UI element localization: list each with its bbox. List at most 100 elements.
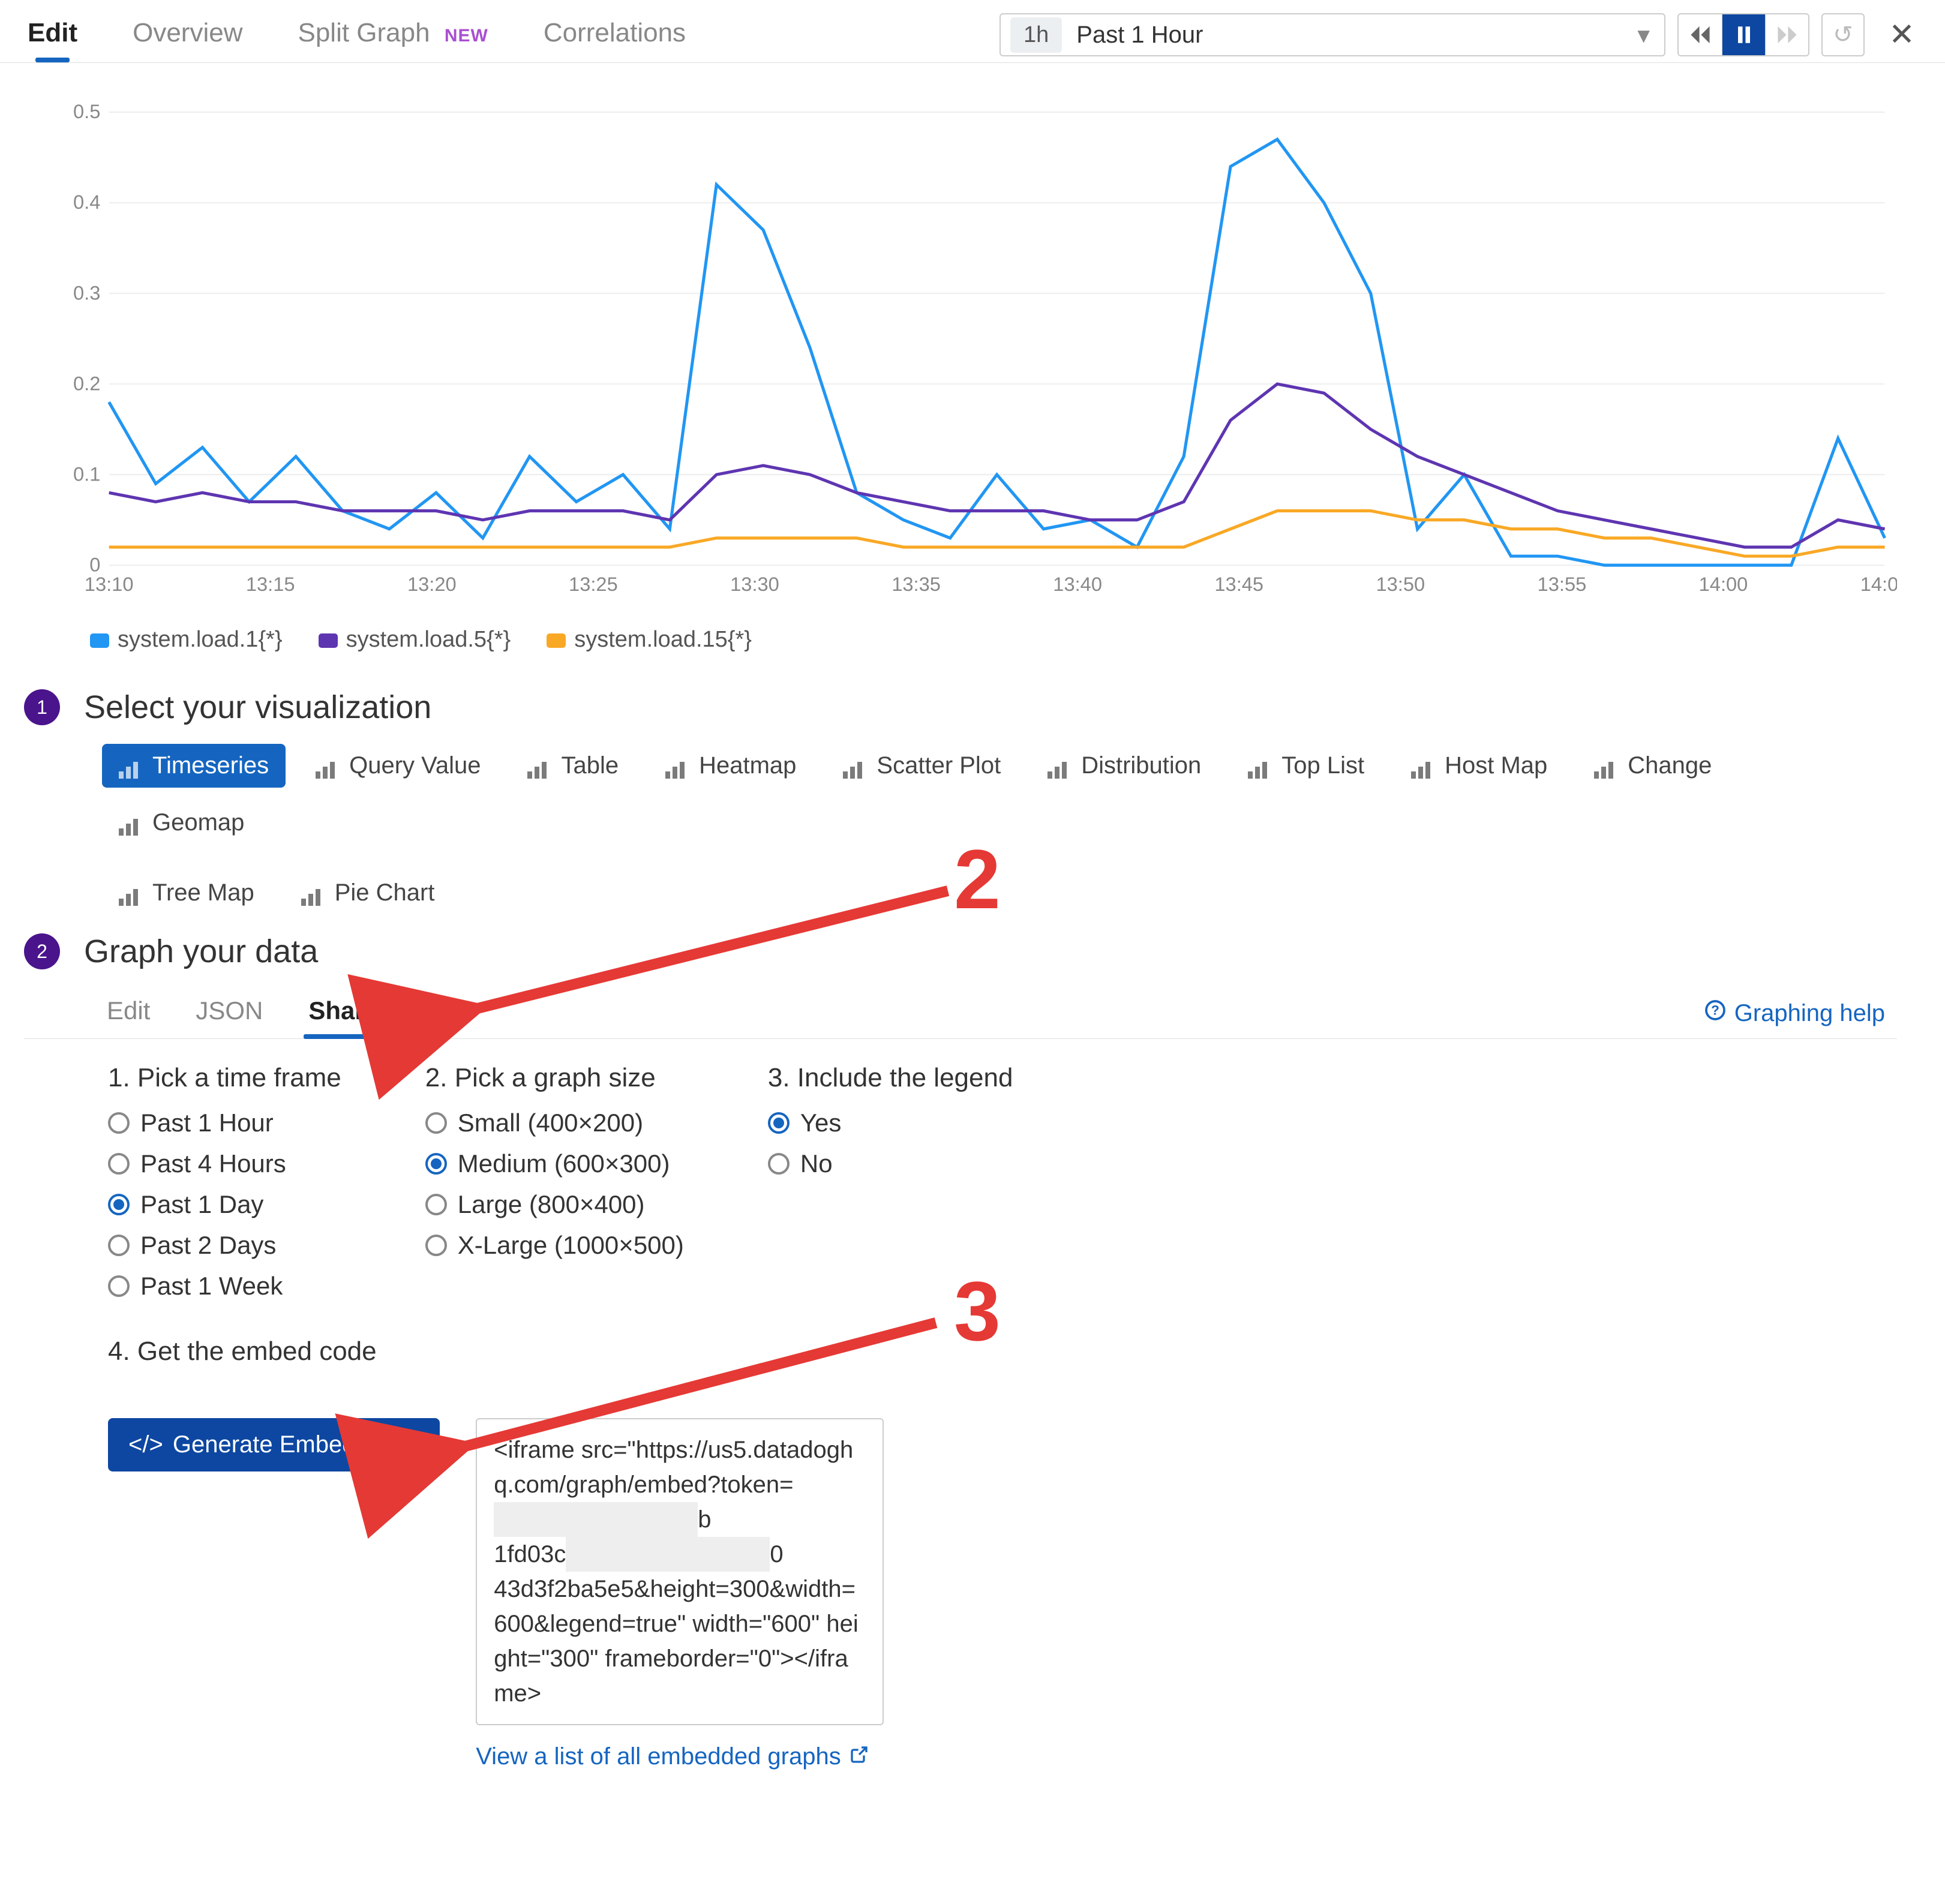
size-option-large-800-400-[interactable]: Large (800×400) <box>425 1184 684 1225</box>
subtab-json[interactable]: JSON <box>191 988 268 1038</box>
radio-label: Past 1 Day <box>140 1190 263 1219</box>
viz-chip-geomap[interactable]: Geomap <box>102 801 261 845</box>
radio-label: Small (400×200) <box>458 1109 643 1137</box>
external-link-icon <box>850 1743 869 1770</box>
radio-icon <box>425 1194 447 1215</box>
top-tabs: Edit Overview Split Graph NEW Correlatio… <box>24 7 689 62</box>
generate-embed-button[interactable]: </> Generate Embed Code <box>108 1418 440 1471</box>
annotation-arrow-3 <box>432 1311 960 1479</box>
viz-chip-label: Query Value <box>349 752 481 779</box>
embed-section: 4. Get the embed code </> Generate Embed… <box>24 1307 1897 1818</box>
legend-item-1[interactable]: system.load.1{*} <box>90 627 283 653</box>
tab-split-graph-label: Split Graph <box>298 18 430 47</box>
svg-text:?: ? <box>1711 1003 1719 1018</box>
subtab-edit[interactable]: Edit <box>102 988 155 1038</box>
viz-chip-label: Heatmap <box>699 752 796 779</box>
legend-item-2[interactable]: system.load.5{*} <box>319 627 511 653</box>
share-panel: 1. Pick a time frame Past 1 Hour Past 4 H… <box>24 1039 1897 1307</box>
svg-text:13:45: 13:45 <box>1214 573 1263 595</box>
size-option-small-400-200-[interactable]: Small (400×200) <box>425 1103 684 1143</box>
svg-text:13:50: 13:50 <box>1376 573 1425 595</box>
new-badge: NEW <box>445 26 488 46</box>
svg-text:13:10: 13:10 <box>85 573 134 595</box>
viz-chip-top-list[interactable]: Top List <box>1231 744 1381 788</box>
viz-chip-label: Change <box>1628 752 1712 779</box>
playback-controls <box>1677 13 1809 56</box>
size-title: 2. Pick a graph size <box>425 1063 684 1093</box>
viz-icon <box>119 815 143 831</box>
viz-chip-change[interactable]: Change <box>1577 744 1728 788</box>
timeframe-option-past-2-days[interactable]: Past 2 Days <box>108 1225 341 1266</box>
subtab-share[interactable]: Share <box>304 988 383 1038</box>
svg-text:14:05: 14:05 <box>1860 573 1897 595</box>
legend-title: 3. Include the legend <box>768 1063 1013 1093</box>
timeframe-option-past-1-hour[interactable]: Past 1 Hour <box>108 1103 341 1143</box>
viz-chip-label: Scatter Plot <box>877 752 1001 779</box>
viz-chip-query-value[interactable]: Query Value <box>299 744 497 788</box>
viz-chip-table[interactable]: Table <box>511 744 635 788</box>
svg-text:0: 0 <box>89 553 100 575</box>
timeframe-title: 1. Pick a time frame <box>108 1063 341 1093</box>
tab-overview[interactable]: Overview <box>129 7 246 62</box>
legend-option-no[interactable]: No <box>768 1143 1013 1184</box>
viz-chip-label: Timeseries <box>152 752 269 779</box>
radio-label: Past 1 Hour <box>140 1109 274 1137</box>
viz-icon <box>843 758 867 774</box>
embed-code-hint-a: b <box>698 1506 711 1533</box>
size-option-x-large-1000-500-[interactable]: X-Large (1000×500) <box>425 1225 684 1266</box>
viz-icon <box>301 885 325 902</box>
svg-text:13:30: 13:30 <box>730 573 779 595</box>
legend-item-3[interactable]: system.load.15{*} <box>547 627 752 653</box>
step-badge-2: 2 <box>24 933 60 969</box>
viz-icon <box>527 758 551 774</box>
size-option-medium-600-300-[interactable]: Medium (600×300) <box>425 1143 684 1184</box>
viz-chip-timeseries[interactable]: Timeseries <box>102 744 286 788</box>
viz-chip-heatmap[interactable]: Heatmap <box>649 744 813 788</box>
time-badge: 1h <box>1010 17 1062 53</box>
embed-title: 4. Get the embed code <box>108 1337 1897 1367</box>
close-icon[interactable]: ✕ <box>1883 17 1921 53</box>
code-icon: </> <box>128 1431 163 1458</box>
viz-chip-host-map[interactable]: Host Map <box>1394 744 1564 788</box>
timeframe-option-past-4-hours[interactable]: Past 4 Hours <box>108 1143 341 1184</box>
tab-split-graph[interactable]: Split Graph NEW <box>294 7 491 62</box>
pause-button[interactable] <box>1722 14 1765 55</box>
timeseries-chart: 00.10.20.30.40.513:1013:1513:2013:2513:3… <box>60 87 1897 615</box>
forward-button[interactable] <box>1765 14 1808 55</box>
svg-text:13:15: 13:15 <box>246 573 295 595</box>
timeframe-option-past-1-week[interactable]: Past 1 Week <box>108 1266 341 1307</box>
radio-label: Past 1 Week <box>140 1272 283 1301</box>
tab-edit[interactable]: Edit <box>24 7 81 62</box>
undo-button[interactable]: ↺ <box>1821 13 1865 56</box>
radio-icon <box>425 1235 447 1256</box>
svg-text:14:00: 14:00 <box>1699 573 1748 595</box>
rewind-button[interactable] <box>1679 14 1722 55</box>
svg-text:0.5: 0.5 <box>73 100 100 122</box>
viz-chip-tree-map[interactable]: Tree Map <box>102 871 271 915</box>
tab-correlations[interactable]: Correlations <box>540 7 689 62</box>
viz-chip-distribution[interactable]: Distribution <box>1031 744 1218 788</box>
svg-text:0.1: 0.1 <box>73 463 100 485</box>
viz-icon <box>1411 758 1435 774</box>
svg-text:0.3: 0.3 <box>73 281 100 304</box>
viz-chip-scatter-plot[interactable]: Scatter Plot <box>826 744 1017 788</box>
viz-icon <box>665 758 689 774</box>
radio-label: Yes <box>800 1109 842 1137</box>
time-label: Past 1 Hour <box>1071 22 1623 49</box>
viz-icon <box>316 758 340 774</box>
embedded-graphs-link[interactable]: View a list of all embedded graphs <box>476 1725 884 1818</box>
radio-icon <box>768 1153 790 1175</box>
viz-chip-pie-chart[interactable]: Pie Chart <box>284 871 452 915</box>
radio-icon <box>108 1275 130 1297</box>
legend-option-yes[interactable]: Yes <box>768 1103 1013 1143</box>
svg-text:0.4: 0.4 <box>73 191 100 213</box>
top-header: Edit Overview Split Graph NEW Correlatio… <box>0 0 1945 63</box>
embedded-graphs-link-label: View a list of all embedded graphs <box>476 1743 841 1770</box>
graphing-help-link[interactable]: ? Graphing help <box>1704 999 1897 1027</box>
time-picker[interactable]: 1h Past 1 Hour ▾ <box>999 13 1665 56</box>
timeframe-option-past-1-day[interactable]: Past 1 Day <box>108 1184 341 1225</box>
chart-container: 00.10.20.30.40.513:1013:1513:2013:2513:3… <box>0 63 1945 671</box>
viz-icon <box>1248 758 1272 774</box>
step-badge-1: 1 <box>24 689 60 725</box>
embed-token-redacted-2 <box>566 1537 770 1572</box>
